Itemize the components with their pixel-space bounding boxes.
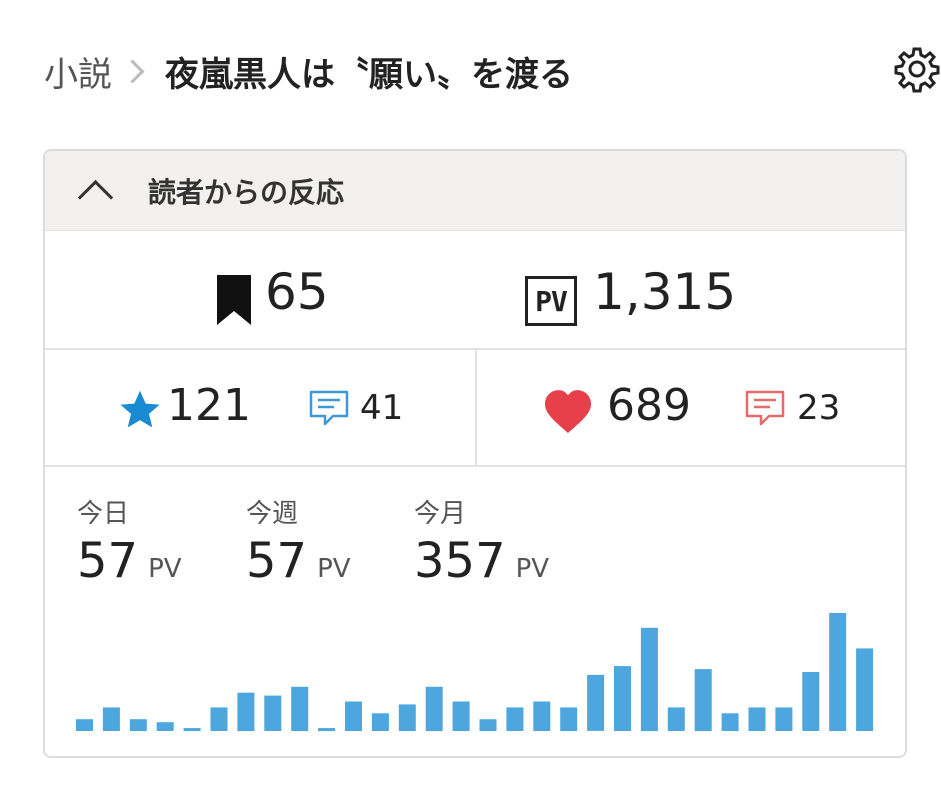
chart-bar	[587, 674, 605, 731]
breadcrumb-parent-link[interactable]: 小説	[44, 47, 112, 96]
comment-icon[interactable]	[745, 390, 785, 428]
chart-bar	[398, 704, 416, 731]
chart-bar	[829, 613, 847, 731]
breadcrumb: 小説 夜嵐黒人は〝願い〟を渡る	[44, 47, 573, 96]
chart-bar	[640, 627, 658, 732]
chart-bar	[479, 719, 497, 731]
chart-bar	[318, 728, 336, 732]
heart-comment-count: 23	[797, 388, 841, 428]
chart-bar	[264, 695, 282, 731]
bookmark-count: 65	[265, 263, 329, 321]
chart-bar	[156, 722, 174, 731]
chart-bar	[76, 719, 93, 731]
chart-bar	[210, 707, 228, 731]
chart-bar	[560, 707, 578, 731]
chart-bar	[667, 707, 685, 731]
chart-bar	[183, 728, 201, 732]
star-icon	[120, 390, 160, 428]
chart-bar	[345, 701, 362, 731]
pv-total: 1,315	[593, 263, 737, 321]
gear-icon[interactable]	[893, 45, 941, 93]
heart-icon	[545, 390, 591, 433]
reactions-panel: 読者からの反応 65 PV 1,315 121 41 689 23 今日 57 …	[43, 149, 907, 758]
ratings-row: 121 41 689 23	[45, 350, 905, 467]
bookmark-icon	[217, 275, 251, 325]
chart-bar	[425, 686, 443, 732]
reactions-panel-title: 読者からの反応	[148, 175, 345, 209]
comment-icon[interactable]	[309, 390, 349, 428]
pv-icon: PV	[525, 276, 577, 326]
star-comment-count: 41	[360, 388, 404, 428]
chart-bar	[102, 707, 120, 731]
pv-bar-chart	[76, 613, 874, 732]
chart-bar	[533, 701, 551, 731]
heart-count: 689	[607, 380, 691, 431]
chart-bar	[452, 701, 470, 731]
chart-bar	[129, 719, 147, 731]
reactions-panel-header[interactable]: 読者からの反応	[45, 151, 905, 231]
chart-bar	[802, 672, 820, 731]
pv-stats: 今日 57 PV 今週 57 PV 今月 357 PV	[45, 467, 905, 756]
chart-bar	[748, 707, 766, 731]
chevron-up-icon[interactable]	[77, 179, 114, 216]
chart-bar	[291, 686, 309, 732]
star-count: 121	[167, 380, 251, 431]
chart-bar	[694, 669, 712, 732]
chart-bar	[237, 692, 255, 732]
page-title[interactable]: 夜嵐黒人は〝願い〟を渡る	[165, 47, 573, 96]
divider	[475, 350, 477, 465]
chart-bar	[775, 707, 793, 731]
totals-row: 65 PV 1,315	[45, 231, 905, 350]
chart-bar	[614, 666, 631, 731]
chart-bar	[721, 713, 739, 731]
chart-bar	[506, 707, 524, 731]
chart-bar	[856, 648, 874, 731]
chart-bar	[371, 713, 389, 731]
chevron-right-icon	[120, 58, 145, 84]
